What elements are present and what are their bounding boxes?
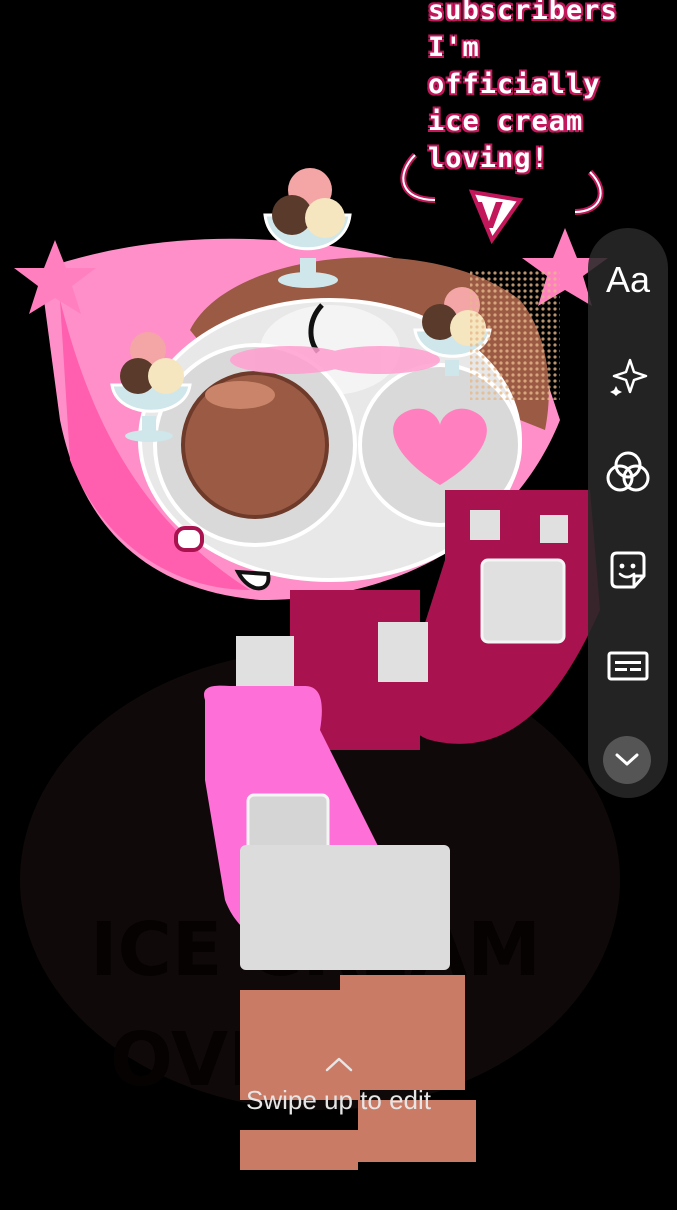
chevron-up-icon [325, 1057, 352, 1072]
boot-left [240, 1130, 358, 1170]
paren-right-deco [574, 169, 604, 215]
story-illustration: ICE CREAM OVING [14, 152, 620, 1170]
torso-block-1 [378, 622, 428, 682]
legs-white [240, 845, 450, 970]
text-tool-button[interactable]: Aa [588, 250, 668, 310]
sparkle-icon [610, 358, 648, 396]
sticker-icon [610, 551, 646, 589]
collapse-toolbar-button[interactable] [603, 736, 651, 784]
color-circles-icon [606, 451, 650, 492]
effects-button[interactable] [588, 346, 668, 406]
stickers-button[interactable] [588, 540, 668, 600]
dot-pattern [470, 270, 560, 400]
left-eye-shine [205, 381, 275, 409]
filters-button[interactable] [588, 442, 668, 502]
story-caption[interactable]: subscribers I'm officially ice cream lov… [428, 0, 668, 177]
svg-text:V: V [475, 196, 503, 237]
edit-toolbar: Aa [588, 228, 668, 798]
arm-right-block [480, 558, 566, 644]
v-sticker: V [468, 189, 524, 245]
swipe-up-label: Swipe up to edit [245, 1085, 431, 1115]
chevron-down-icon [615, 753, 639, 766]
text-tool-label: Aa [605, 259, 651, 300]
swipe-up-hint[interactable]: Swipe up to edit [0, 1055, 677, 1116]
blush-left [174, 526, 204, 552]
torso-block-2 [236, 636, 294, 688]
story-canvas: ICE CREAM OVING [0, 0, 677, 1205]
arm-right-square [540, 515, 568, 543]
arm-right-square-2 [470, 510, 500, 540]
captions-icon [607, 651, 649, 681]
captions-button[interactable] [588, 636, 668, 696]
